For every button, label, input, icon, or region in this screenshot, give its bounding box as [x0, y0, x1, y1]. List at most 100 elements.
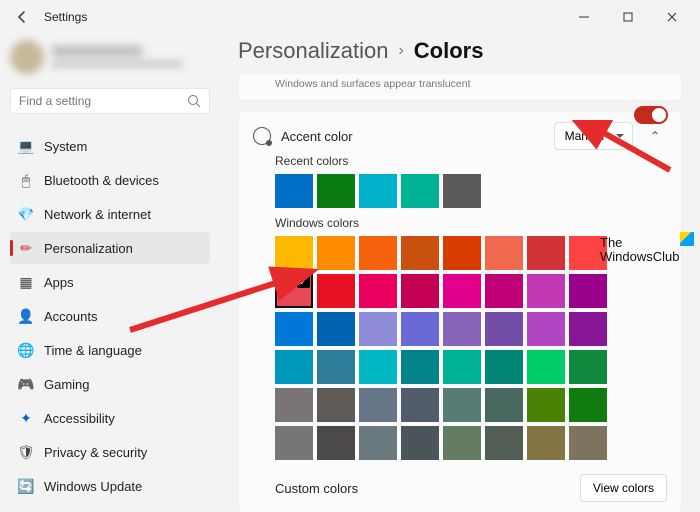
color-swatch[interactable]	[275, 236, 313, 270]
color-swatch[interactable]	[317, 426, 355, 460]
sidebar-item-gaming[interactable]: 🎮Gaming	[10, 368, 210, 400]
color-swatch[interactable]	[527, 274, 565, 308]
color-swatch[interactable]	[485, 388, 523, 422]
sidebar-item-apps[interactable]: ▦Apps	[10, 266, 210, 298]
nav-icon: 🎮	[18, 376, 34, 392]
nav-label: Time & language	[44, 343, 142, 358]
main-content: Personalization › Colors Windows and sur…	[220, 34, 700, 512]
close-button[interactable]	[652, 3, 692, 31]
color-swatch[interactable]	[569, 388, 607, 422]
recent-swatch[interactable]	[317, 174, 355, 208]
color-swatch[interactable]	[317, 312, 355, 346]
color-swatch[interactable]	[485, 236, 523, 270]
color-swatch[interactable]	[317, 350, 355, 384]
nav-icon: ✦	[18, 410, 34, 426]
search-box[interactable]	[10, 88, 210, 114]
color-swatch[interactable]	[401, 426, 439, 460]
color-swatch[interactable]	[443, 388, 481, 422]
color-swatch[interactable]	[317, 388, 355, 422]
search-input[interactable]	[19, 94, 187, 108]
color-swatch[interactable]	[359, 388, 397, 422]
nav-label: Accounts	[44, 309, 97, 324]
sidebar-item-accessibility[interactable]: ✦ Accessibility	[10, 402, 210, 434]
color-swatch[interactable]	[485, 350, 523, 384]
nav-label: Windows Update	[44, 479, 142, 494]
color-swatch[interactable]	[401, 274, 439, 308]
back-button[interactable]	[8, 3, 36, 31]
color-swatch[interactable]	[401, 350, 439, 384]
sidebar-item-bluetooth-devices[interactable]: 🖱Bluetooth & devices	[10, 164, 210, 196]
sidebar-item-accounts[interactable]: 👤 Accounts	[10, 300, 210, 332]
nav-icon: ✏	[18, 240, 34, 256]
minimize-button[interactable]	[564, 3, 604, 31]
windows-colors-label: Windows colors	[275, 216, 667, 230]
color-swatch[interactable]	[485, 312, 523, 346]
color-swatch[interactable]	[569, 312, 607, 346]
sidebar: 💻System🖱Bluetooth & devices💎Network & in…	[0, 34, 220, 512]
palette-icon	[253, 127, 271, 145]
nav-label: Accessibility	[44, 411, 115, 426]
recent-swatch[interactable]	[359, 174, 397, 208]
color-swatch[interactable]	[527, 236, 565, 270]
breadcrumb-current: Colors	[414, 38, 484, 64]
color-swatch[interactable]	[359, 236, 397, 270]
nav-icon: 🛡	[18, 444, 34, 460]
sidebar-item-network-internet[interactable]: 💎Network & internet	[10, 198, 210, 230]
windows-colors-grid	[275, 236, 667, 460]
color-swatch[interactable]	[359, 426, 397, 460]
color-swatch[interactable]	[317, 274, 355, 308]
color-swatch[interactable]	[275, 274, 313, 308]
color-swatch[interactable]	[401, 312, 439, 346]
profile-block[interactable]	[10, 38, 210, 76]
watermark-logo	[680, 232, 694, 246]
transparency-toggle[interactable]	[634, 106, 668, 124]
color-swatch[interactable]	[275, 426, 313, 460]
color-swatch[interactable]	[359, 350, 397, 384]
sidebar-item-personalization[interactable]: ✏Personalization	[10, 232, 210, 264]
transparency-subtitle: Windows and surfaces appear translucent	[275, 78, 667, 90]
sidebar-item-windows-update[interactable]: 🔄Windows Update	[10, 470, 210, 502]
nav-icon: 🖱	[18, 172, 34, 188]
color-swatch[interactable]	[443, 426, 481, 460]
sidebar-item-privacy-security[interactable]: 🛡 Privacy & security	[10, 436, 210, 468]
color-swatch[interactable]	[527, 312, 565, 346]
color-swatch[interactable]	[527, 388, 565, 422]
color-swatch[interactable]	[443, 312, 481, 346]
sidebar-item-system[interactable]: 💻System	[10, 130, 210, 162]
accent-mode-value: Manual	[565, 129, 604, 143]
recent-swatch[interactable]	[443, 174, 481, 208]
color-swatch[interactable]	[443, 274, 481, 308]
color-swatch[interactable]	[443, 350, 481, 384]
color-swatch[interactable]	[485, 426, 523, 460]
nav-label: System	[44, 139, 87, 154]
color-swatch[interactable]	[569, 426, 607, 460]
titlebar: Settings	[0, 0, 700, 34]
maximize-button[interactable]	[608, 3, 648, 31]
color-swatch[interactable]	[485, 274, 523, 308]
color-swatch[interactable]	[569, 350, 607, 384]
color-swatch[interactable]	[401, 236, 439, 270]
color-swatch[interactable]	[527, 426, 565, 460]
accent-mode-select[interactable]: Manual	[554, 122, 633, 150]
recent-colors-label: Recent colors	[275, 154, 667, 168]
color-swatch[interactable]	[275, 312, 313, 346]
color-swatch[interactable]	[317, 236, 355, 270]
nav-icon: 👤	[18, 308, 34, 324]
color-swatch[interactable]	[443, 236, 481, 270]
view-colors-button[interactable]: View colors	[580, 474, 667, 502]
transparency-card[interactable]: Windows and surfaces appear translucent	[238, 74, 682, 101]
color-swatch[interactable]	[359, 274, 397, 308]
color-swatch[interactable]	[275, 350, 313, 384]
color-swatch[interactable]	[527, 350, 565, 384]
color-swatch[interactable]	[401, 388, 439, 422]
sidebar-item-time-language[interactable]: 🌐Time & language	[10, 334, 210, 366]
color-swatch[interactable]	[569, 274, 607, 308]
collapse-button[interactable]: ⌃	[643, 129, 667, 143]
breadcrumb-parent[interactable]: Personalization	[238, 38, 388, 64]
recent-swatch[interactable]	[275, 174, 313, 208]
recent-swatch[interactable]	[401, 174, 439, 208]
nav-label: Privacy & security	[44, 445, 147, 460]
breadcrumb: Personalization › Colors	[238, 38, 682, 64]
color-swatch[interactable]	[359, 312, 397, 346]
color-swatch[interactable]	[275, 388, 313, 422]
